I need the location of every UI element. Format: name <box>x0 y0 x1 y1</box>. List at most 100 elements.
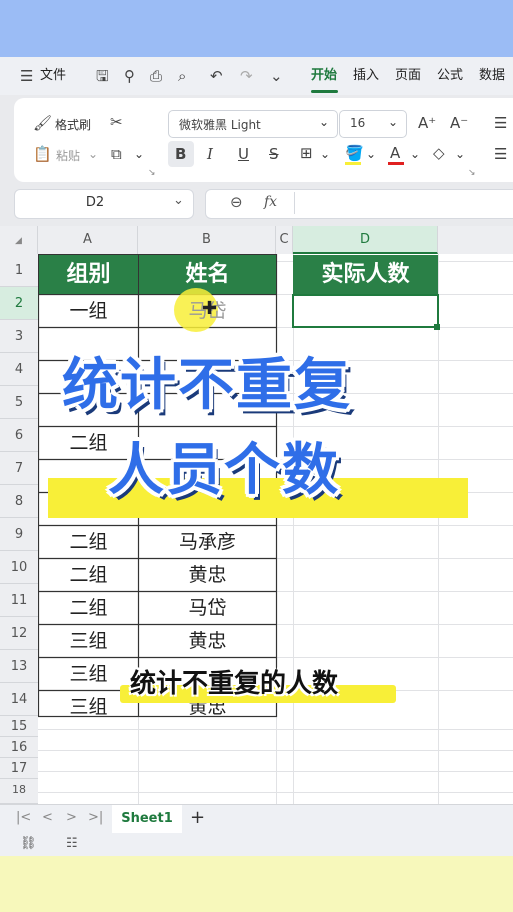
copy-dropdown-icon[interactable]: ⌄ <box>134 147 144 161</box>
align-top-icon[interactable]: ☰ <box>494 114 507 132</box>
row-header[interactable]: 2 <box>0 287 38 320</box>
row-header[interactable]: 5 <box>0 386 38 419</box>
column-header-e[interactable] <box>438 226 513 254</box>
clipboard-expand-icon[interactable]: ↘ <box>148 168 156 178</box>
copy-icon[interactable]: ⧉ <box>111 145 122 163</box>
zoom-formula-icon[interactable]: ⊖ <box>230 193 243 211</box>
prev-sheet-icon[interactable]: < <box>42 810 53 825</box>
redo-icon[interactable]: ↷ <box>240 57 253 95</box>
italic-button[interactable]: I <box>207 145 213 163</box>
bold-button[interactable]: B <box>175 145 186 163</box>
border-icon[interactable]: ⊞ <box>300 144 313 162</box>
paste-icon[interactable]: 📋 <box>33 145 52 163</box>
tab-insert[interactable]: 插入 <box>353 57 379 95</box>
file-menu[interactable]: 文件 <box>40 57 66 95</box>
column-header-c[interactable]: C <box>276 226 293 254</box>
header-cell-count[interactable]: 实际人数 <box>293 255 438 294</box>
row-header[interactable]: 10 <box>0 551 38 584</box>
hamburger-icon[interactable]: ☰ <box>20 57 33 95</box>
font-size-value: 16 <box>350 116 366 130</box>
font-color-icon[interactable]: A <box>390 144 400 162</box>
undo-icon[interactable]: ↶ <box>210 57 223 95</box>
eraser-dropdown-icon[interactable]: ⌄ <box>455 147 465 161</box>
row-header[interactable]: 16 <box>0 737 38 758</box>
cell-b12[interactable]: 黄忠 <box>139 625 276 658</box>
bottom-band <box>0 856 513 912</box>
print-preview-icon[interactable]: ⌕ <box>178 57 186 95</box>
fill-color-swatch <box>345 162 361 165</box>
border-dropdown-icon[interactable]: ⌄ <box>320 147 330 161</box>
increase-font-icon[interactable]: A⁺ <box>418 114 436 132</box>
row-header[interactable]: 12 <box>0 617 38 650</box>
tab-page[interactable]: 页面 <box>395 57 421 95</box>
print-icon[interactable]: ⎙ <box>150 57 162 95</box>
row-header[interactable]: 15 <box>0 716 38 737</box>
first-sheet-icon[interactable]: |< <box>16 810 31 825</box>
tab-formula[interactable]: 公式 <box>437 57 463 95</box>
align-left-icon[interactable]: ☰ <box>494 145 507 163</box>
paste-button[interactable]: 粘贴 <box>56 147 80 164</box>
size-dropdown-icon: ⌄ <box>388 115 399 129</box>
status-bar: ⛓ ☷ <box>0 834 513 856</box>
cell-b11[interactable]: 马岱 <box>139 592 276 625</box>
last-sheet-icon[interactable]: >| <box>88 810 103 825</box>
more-chevron-icon[interactable]: ⌄ <box>270 57 283 95</box>
underline-button[interactable]: U <box>238 145 249 163</box>
paste-dropdown-icon[interactable]: ⌄ <box>88 147 98 161</box>
decrease-font-icon[interactable]: A⁻ <box>450 114 468 132</box>
tab-data[interactable]: 数据 <box>479 57 505 95</box>
font-color-dropdown-icon[interactable]: ⌄ <box>410 147 420 161</box>
next-sheet-icon[interactable]: > <box>66 810 77 825</box>
name-box-dropdown-icon: ⌄ <box>173 193 184 208</box>
top-band <box>0 0 513 57</box>
header-cell-group[interactable]: 组别 <box>39 255 138 294</box>
format-painter-button[interactable]: 格式刷 <box>55 116 91 133</box>
font-name-value: 微软雅黑 Light <box>179 118 261 132</box>
selected-cell-d2[interactable] <box>292 294 439 328</box>
row-header[interactable]: 8 <box>0 485 38 518</box>
row-header[interactable]: 4 <box>0 353 38 386</box>
row-header[interactable]: 17 <box>0 758 38 779</box>
row-header[interactable]: 18 <box>0 779 38 804</box>
fill-handle[interactable] <box>434 324 440 330</box>
name-box-value: D2 <box>85 195 105 210</box>
font-name-select[interactable]: 微软雅黑 Light ⌄ <box>168 110 338 138</box>
row-header[interactable]: 3 <box>0 320 38 353</box>
strikethrough-button[interactable]: S <box>269 145 279 163</box>
eraser-icon[interactable]: ◇ <box>433 144 445 162</box>
cell-b9[interactable]: 马承彦 <box>139 526 276 559</box>
font-expand-icon[interactable]: ↘ <box>468 168 476 178</box>
row-header[interactable]: 11 <box>0 584 38 617</box>
cell-a12[interactable]: 三组 <box>39 625 138 658</box>
page-layout-icon[interactable]: ☷ <box>66 836 78 851</box>
fill-color-icon[interactable]: 🪣 <box>345 144 364 162</box>
cell-a9[interactable]: 二组 <box>39 526 138 559</box>
macro-icon[interactable]: ⛓ <box>20 836 37 851</box>
save-icon[interactable]: 🖫 <box>96 57 109 95</box>
cell-b10[interactable]: 黄忠 <box>139 559 276 592</box>
font-size-select[interactable]: 16 ⌄ <box>339 110 407 138</box>
row-header[interactable]: 13 <box>0 650 38 683</box>
sheet-tab-active[interactable]: Sheet1 <box>112 805 182 833</box>
row-header[interactable]: 14 <box>0 683 38 716</box>
cut-icon[interactable]: ✂ <box>110 113 123 131</box>
fx-icon[interactable]: fx <box>264 194 277 210</box>
row-header[interactable]: 7 <box>0 452 38 485</box>
cell-a2[interactable]: 一组 <box>39 295 138 328</box>
name-box[interactable]: D2 ⌄ <box>14 189 194 219</box>
cell-a11[interactable]: 二组 <box>39 592 138 625</box>
format-painter-icon[interactable]: 🖌 <box>33 114 52 132</box>
column-header-a[interactable]: A <box>38 226 138 254</box>
header-cell-name[interactable]: 姓名 <box>139 255 276 294</box>
column-header-b[interactable]: B <box>138 226 276 254</box>
menu-bar: ☰ 文件 🖫 ⚲ ⎙ ⌕ ↶ ↷ ⌄ 开始 插入 页面 公式 数据 <box>0 57 513 95</box>
row-header[interactable]: 9 <box>0 518 38 551</box>
column-header-d[interactable]: D <box>293 226 438 254</box>
row-header[interactable]: 1 <box>0 254 38 287</box>
fill-dropdown-icon[interactable]: ⌄ <box>366 147 376 161</box>
cell-a10[interactable]: 二组 <box>39 559 138 592</box>
row-header[interactable]: 6 <box>0 419 38 452</box>
add-sheet-button[interactable]: + <box>190 807 205 828</box>
share-icon[interactable]: ⚲ <box>124 57 135 95</box>
select-all-corner[interactable]: ◢ <box>0 226 38 254</box>
